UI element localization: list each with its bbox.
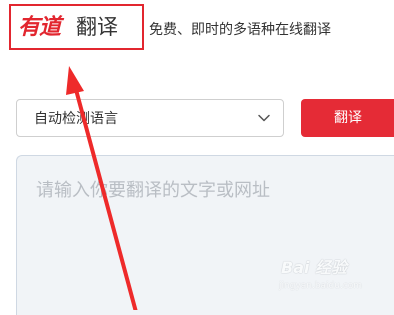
source-input-placeholder: 请输入你要翻译的文字或网址 [36, 180, 270, 201]
logo-product-name: 翻译 [76, 15, 118, 39]
language-select[interactable]: 自动检测语言 [16, 99, 284, 137]
baidu-jingyan-watermark: Bai 经验 jingyan.baidu.com [275, 258, 375, 298]
youdao-logo: 有道 [18, 14, 61, 40]
chevron-down-icon [258, 114, 270, 122]
site-tagline: 免费、即时的多语种在线翻译 [149, 22, 331, 38]
watermark-logo: Bai 经验 [281, 258, 348, 277]
language-select-value: 自动检测语言 [34, 111, 118, 127]
watermark-url: jingyan.baidu.com [279, 281, 363, 291]
translate-button[interactable]: 翻译 [301, 99, 394, 137]
logo-highlight-box[interactable]: 有道 翻译 [9, 4, 144, 50]
